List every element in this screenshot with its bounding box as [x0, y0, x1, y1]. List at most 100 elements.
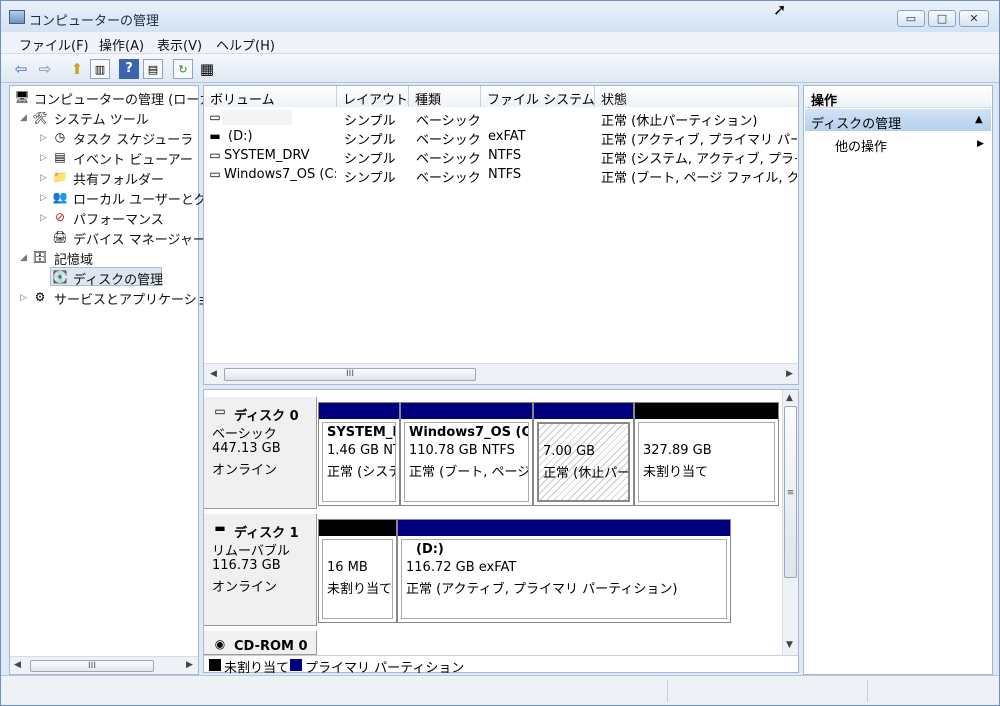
disk-state: オンライン: [212, 580, 278, 595]
toolbar: ⇦ ⇨ ⬆ ▥ ? ▤ ↻ ▦: [1, 54, 999, 83]
actions-section-label: ディスクの管理: [811, 117, 902, 132]
back-arrow-icon[interactable]: ⇦: [11, 59, 31, 79]
cell-volume: SYSTEM_DRV: [224, 148, 310, 163]
collapse-arrow-icon[interactable]: ▷: [40, 153, 47, 163]
status-divider: [667, 680, 668, 702]
legend-swatch-primary: [290, 659, 302, 671]
title-bar[interactable]: コンピューターの管理 ▭ □ ✕: [1, 1, 999, 32]
partition-name: (D:): [416, 542, 444, 557]
disk-1-label[interactable]: ▬ ディスク 1 リムーバブル 116.73 GB オンライン: [204, 514, 317, 626]
navigation-tree-pane: 🖥 コンピューターの管理 (ローカ ◢ 🛠 システム ツール ▷ ◷ タスク ス…: [9, 85, 212, 675]
properties-icon[interactable]: ▦: [197, 59, 217, 79]
menu-file[interactable]: ファイル(F): [19, 35, 89, 54]
show-hide-action-icon[interactable]: ▤: [143, 59, 163, 79]
tree-item-computer-management[interactable]: コンピューターの管理 (ローカ: [34, 89, 212, 108]
forward-arrow-icon[interactable]: ⇨: [35, 59, 55, 79]
cell-fs: NTFS: [488, 167, 522, 182]
removable-drive-icon: ▬: [209, 129, 221, 143]
expand-arrow-icon[interactable]: ◢: [20, 113, 27, 123]
partition-body: SYSTEM_D 1.46 GB NT 正常 (システ: [322, 422, 396, 502]
partition-system-drv[interactable]: SYSTEM_D 1.46 GB NT 正常 (システ: [318, 402, 400, 506]
expand-arrow-icon[interactable]: ◢: [20, 253, 27, 263]
tree-item-system-tools[interactable]: システム ツール: [54, 109, 149, 128]
table-row[interactable]: ▭ シンプル ベーシック 正常 (休止パーティション): [204, 108, 798, 129]
storage-icon: 🗄: [32, 250, 48, 264]
column-header-type[interactable]: 種類: [409, 86, 481, 107]
tree-item-local-users[interactable]: ローカル ユーザーとグ: [73, 189, 207, 208]
column-header-volume[interactable]: ボリューム: [204, 86, 337, 107]
partition-hibernation[interactable]: 7.00 GB 正常 (休止パーテ: [533, 402, 634, 506]
partition-unallocated-disk0[interactable]: 327.89 GB 未割り当て: [634, 402, 779, 506]
submenu-arrow-icon[interactable]: ▶: [977, 139, 984, 149]
disk-kind: リムーバブル: [212, 544, 290, 559]
partition-windows7-os[interactable]: Windows7_OS (C 110.78 GB NTFS 正常 (ブート, ペ…: [400, 402, 533, 506]
cell-fs: NTFS: [488, 148, 522, 163]
collapse-arrow-icon[interactable]: ▷: [40, 173, 47, 183]
scroll-right-icon[interactable]: ▶: [786, 369, 793, 379]
cell-layout: シンプル: [344, 171, 396, 186]
tree-item-device-manager[interactable]: デバイス マネージャー: [73, 229, 206, 248]
folder-up-icon[interactable]: ⬆: [67, 59, 87, 79]
partition-unallocated-disk1[interactable]: 16 MB 未割り当て: [318, 519, 397, 623]
disk-0-label[interactable]: ▭ ディスク 0 ベーシック 447.13 GB オンライン: [204, 397, 317, 509]
table-row[interactable]: ▭ Windows7_OS (C:) シンプル ベーシック NTFS 正常 (ブ…: [204, 165, 798, 186]
partition-body-selected: 7.00 GB 正常 (休止パーテ: [537, 422, 630, 502]
tree-item-event-viewer[interactable]: イベント ビューアー: [73, 149, 193, 168]
column-header-file-system[interactable]: ファイル システム: [481, 86, 595, 107]
disk-management-icon: 💽: [52, 270, 68, 284]
volume-list-pane: ボリューム レイアウト 種類 ファイル システム 状態 ▭ シンプル ベーシック…: [203, 85, 799, 385]
collapse-up-icon[interactable]: ▲: [975, 114, 983, 125]
disk-vertical-scrollbar[interactable]: ▲ ≡ ▼: [782, 390, 798, 655]
cdrom-0-label[interactable]: ◉ CD-ROM 0: [204, 631, 317, 655]
column-header-status[interactable]: 状態: [595, 86, 798, 107]
close-button[interactable]: ✕: [959, 10, 989, 27]
tree-item-services-and-applications[interactable]: サービスとアプリケーショ: [54, 289, 210, 308]
tree-item-storage[interactable]: 記憶域: [54, 249, 93, 268]
partition-size: 7.00 GB: [543, 444, 596, 459]
collapse-arrow-icon[interactable]: ▷: [20, 293, 27, 303]
help-icon[interactable]: ?: [119, 59, 139, 79]
scrollbar-thumb[interactable]: III: [30, 660, 154, 672]
scroll-left-icon[interactable]: ◀: [14, 660, 21, 670]
partition-d-drive[interactable]: (D:) 116.72 GB exFAT 正常 (アクティブ, プライマリ パー…: [397, 519, 731, 623]
volume-list-horizontal-scrollbar[interactable]: ◀ III ▶: [204, 363, 798, 384]
window-title: コンピューターの管理: [29, 14, 160, 29]
cell-fs: exFAT: [488, 129, 526, 144]
scroll-up-icon[interactable]: ▲: [786, 393, 793, 403]
tree-horizontal-scrollbar[interactable]: ◀ III ▶: [10, 656, 198, 674]
tree-item-disk-management[interactable]: ディスクの管理: [73, 269, 163, 288]
status-divider: [867, 680, 868, 702]
menu-view[interactable]: 表示(V): [157, 35, 202, 54]
menu-help[interactable]: ヘルプ(H): [216, 35, 275, 54]
maximize-button[interactable]: □: [928, 10, 956, 27]
partition-status: 正常 (システ: [327, 465, 396, 480]
minimize-icon: ▭: [905, 12, 917, 25]
collapse-arrow-icon[interactable]: ▷: [40, 193, 47, 203]
scroll-down-icon[interactable]: ▼: [786, 640, 793, 650]
actions-section-disk-management[interactable]: ディスクの管理 ▲: [805, 109, 991, 132]
disk-graphical-pane: ▭ ディスク 0 ベーシック 447.13 GB オンライン SYSTEM_D …: [203, 389, 799, 676]
tree-item-task-scheduler[interactable]: タスク スケジューラ: [73, 129, 193, 148]
collapse-arrow-icon[interactable]: ▷: [40, 213, 47, 223]
refresh-icon[interactable]: ↻: [173, 59, 193, 79]
scrollbar-thumb[interactable]: ≡: [784, 406, 797, 578]
show-hide-tree-icon[interactable]: ▥: [90, 59, 110, 79]
legend-label-primary: プライマリ パーティション: [305, 661, 465, 676]
minimize-button[interactable]: ▭: [897, 10, 925, 27]
scroll-left-icon[interactable]: ◀: [210, 369, 217, 379]
partition-header-primary: [319, 403, 399, 419]
tree-item-performance[interactable]: パフォーマンス: [73, 209, 164, 228]
column-header-layout[interactable]: レイアウト: [337, 86, 409, 107]
partition-body: 16 MB 未割り当て: [322, 539, 393, 619]
scrollbar-thumb[interactable]: III: [224, 368, 476, 381]
table-row[interactable]: ▭ SYSTEM_DRV シンプル ベーシック NTFS 正常 (システム, ア…: [204, 146, 798, 167]
partition-size: 1.46 GB NT: [327, 443, 396, 458]
tree-item-shared-folders[interactable]: 共有フォルダー: [73, 169, 164, 188]
menu-action[interactable]: 操作(A): [99, 35, 144, 54]
action-more-actions[interactable]: 他の操作: [835, 136, 887, 155]
disk-name: ディスク 0: [234, 409, 299, 424]
collapse-arrow-icon[interactable]: ▷: [40, 133, 47, 143]
actions-pane: [803, 85, 993, 675]
table-row[interactable]: ▬ (D:) シンプル ベーシック exFAT 正常 (アクティブ, プライマリ…: [204, 127, 798, 148]
scroll-right-icon[interactable]: ▶: [186, 660, 193, 670]
